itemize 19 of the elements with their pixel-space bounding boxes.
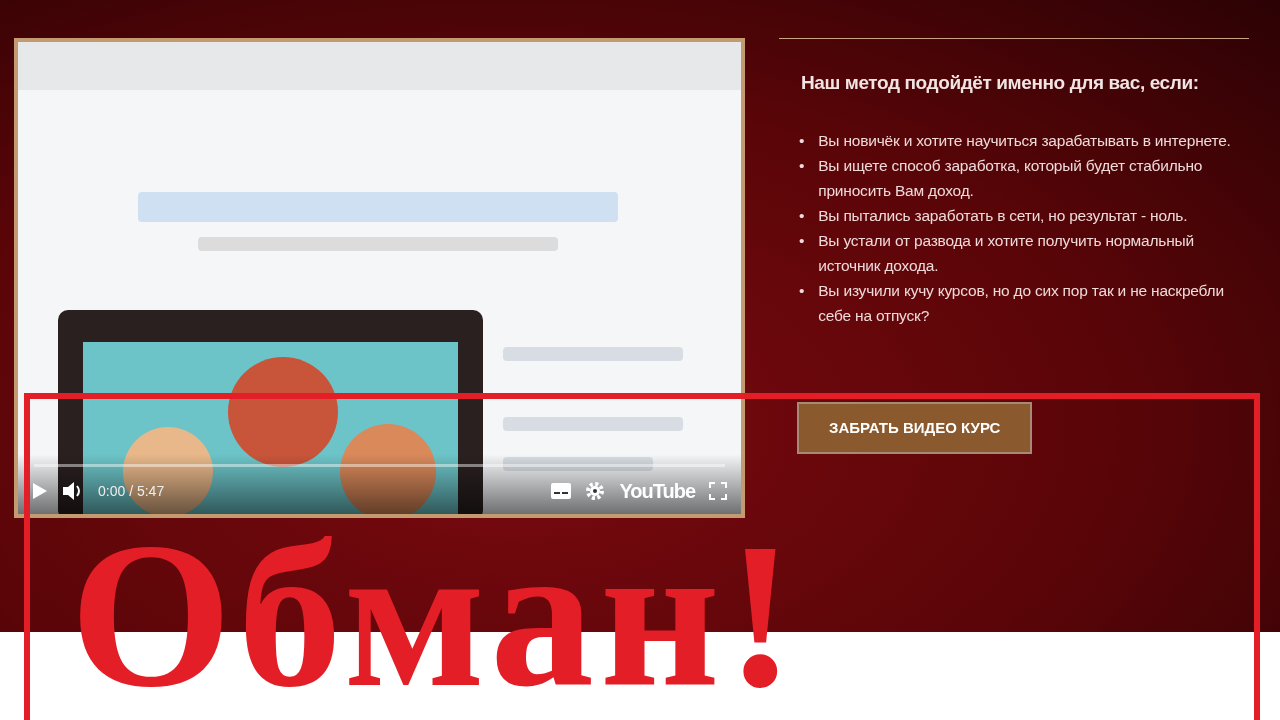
list-item: Вы ищете способ заработка, который будет стабильно приносить Вам доход. xyxy=(818,155,1204,201)
video-player[interactable]: 0:00 / 5:47 YouTube xyxy=(14,38,745,518)
list-item: Вы устали от развода и хотите получить нормальный источник дохода. xyxy=(818,230,1195,276)
bullet: • xyxy=(799,280,805,301)
bullet: • xyxy=(799,205,805,226)
bullet: • xyxy=(799,130,805,151)
settings-icon[interactable] xyxy=(585,481,606,501)
get-course-button[interactable]: ЗАБРАТЬ ВИДЕО КУРС xyxy=(797,401,1033,454)
bullet: • xyxy=(799,155,805,176)
list-item: Вы новичёк и хотите научиться зарабатывать в интернете. xyxy=(818,130,1231,151)
youtube-logo[interactable]: YouTube xyxy=(619,476,695,506)
list-item: Вы изучили кучу курсов, но до сих пор так и не наскребли себе на отпуск? xyxy=(818,280,1225,326)
list-item: Вы пытались заработать в сети, но результат - ноль. xyxy=(818,205,1188,226)
video-time: 0:00 / 5:47 xyxy=(98,481,165,501)
captions-icon[interactable] xyxy=(551,483,572,499)
bullet: • xyxy=(799,230,805,251)
panel-heading: Наш метод подойдёт именно для вас, если: xyxy=(801,71,1200,95)
fullscreen-icon[interactable] xyxy=(709,482,727,500)
play-icon[interactable] xyxy=(32,482,48,500)
